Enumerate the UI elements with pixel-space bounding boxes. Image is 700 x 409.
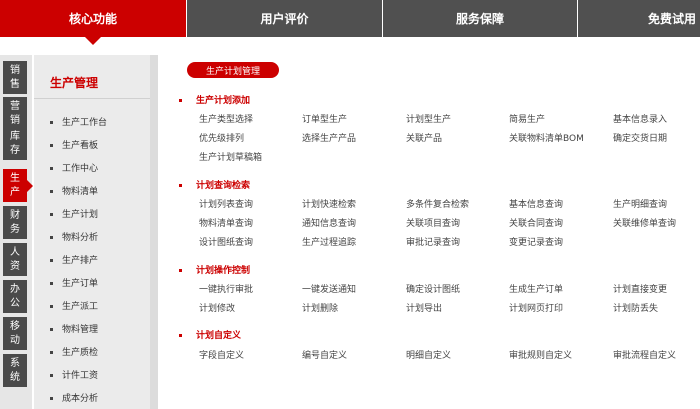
submenu-item[interactable]: 生产看板 <box>50 138 98 151</box>
tab-core-features[interactable]: 核心功能 <box>0 0 187 45</box>
feature-link[interactable]: 简易生产 <box>509 112 545 125</box>
category-hr[interactable]: 人资 <box>3 243 27 276</box>
feature-link[interactable]: 关联产品 <box>406 131 442 144</box>
feature-link[interactable]: 一键执行审批 <box>199 282 253 295</box>
tab-user-reviews[interactable]: 用户评价 <box>187 0 383 37</box>
page-root: 核心功能 用户评价 服务保障 免费试用 销售 营销 库存 生产 财务 人资 办公… <box>0 0 700 409</box>
submenu-item[interactable]: 成本分析 <box>50 391 98 404</box>
module-title-badge: 生产计划管理 <box>187 62 279 78</box>
submenu-item[interactable]: 工作中心 <box>50 161 98 174</box>
feature-link[interactable]: 生产过程追踪 <box>302 235 356 248</box>
category-inventory[interactable]: 库存 <box>3 127 27 160</box>
section-title: 计划查询检索 <box>179 178 250 191</box>
section-title: 生产计划添加 <box>179 93 250 106</box>
feature-link[interactable]: 生产类型选择 <box>199 112 253 125</box>
category-sales[interactable]: 销售 <box>3 61 27 94</box>
category-marketing[interactable]: 营销 <box>3 97 27 130</box>
feature-link[interactable]: 计划导出 <box>406 301 442 314</box>
feature-link[interactable]: 通知信息查询 <box>302 216 356 229</box>
submenu-item[interactable]: 物料分析 <box>50 230 98 243</box>
feature-link[interactable]: 物料清单查询 <box>199 216 253 229</box>
feature-link[interactable]: 字段自定义 <box>199 348 244 361</box>
tab-service-guarantee[interactable]: 服务保障 <box>383 0 578 37</box>
submenu-item[interactable]: 物料管理 <box>50 322 98 335</box>
feature-link[interactable]: 计划快速检索 <box>302 197 356 210</box>
feature-link[interactable]: 明细自定义 <box>406 348 451 361</box>
feature-link[interactable]: 计划列表查询 <box>199 197 253 210</box>
feature-link[interactable]: 优先级排列 <box>199 131 244 144</box>
submenu-item[interactable]: 计件工资 <box>50 368 98 381</box>
submenu-item[interactable]: 生产质检 <box>50 345 98 358</box>
feature-link[interactable]: 计划删除 <box>302 301 338 314</box>
feature-link[interactable]: 设计图纸查询 <box>199 235 253 248</box>
feature-link[interactable]: 计划修改 <box>199 301 235 314</box>
feature-link[interactable]: 计划型生产 <box>406 112 451 125</box>
feature-link[interactable]: 变更记录查询 <box>509 235 563 248</box>
section-title: 计划操作控制 <box>179 263 250 276</box>
submenu-divider <box>34 98 150 99</box>
category-production[interactable]: 生产 <box>3 169 33 202</box>
submenu-item[interactable]: 生产订单 <box>50 276 98 289</box>
submenu-item[interactable]: 生产派工 <box>50 299 98 312</box>
top-tab-bar: 核心功能 用户评价 服务保障 免费试用 <box>0 0 700 45</box>
feature-link[interactable]: 基本信息查询 <box>509 197 563 210</box>
submenu-title: 生产管理 <box>50 76 99 90</box>
feature-link[interactable]: 确定设计图纸 <box>406 282 460 295</box>
feature-link[interactable]: 计划网页打印 <box>509 301 563 314</box>
feature-link[interactable]: 计划直接变更 <box>613 282 667 295</box>
feature-link[interactable]: 选择生产产品 <box>302 131 356 144</box>
feature-link[interactable]: 订单型生产 <box>302 112 347 125</box>
submenu-item[interactable]: 生产计划 <box>50 207 98 220</box>
submenu-item[interactable]: 生产排产 <box>50 253 98 266</box>
category-office[interactable]: 办公 <box>3 280 27 313</box>
feature-link[interactable]: 关联维修单查询 <box>613 216 676 229</box>
submenu-item[interactable]: 物料清单 <box>50 184 98 197</box>
submenu-panel: 生产管理 生产工作台 生产看板 工作中心 物料清单 生产计划 物料分析 生产排产… <box>34 55 150 409</box>
feature-link[interactable]: 审批记录查询 <box>406 235 460 248</box>
submenu-item[interactable]: 生产工作台 <box>50 115 107 128</box>
category-system[interactable]: 系统 <box>3 354 27 387</box>
feature-link[interactable]: 生成生产订单 <box>509 282 563 295</box>
section-title: 计划自定义 <box>179 328 241 341</box>
feature-link[interactable]: 关联合同查询 <box>509 216 563 229</box>
feature-link[interactable]: 关联物料清单BOM <box>509 131 584 144</box>
feature-link[interactable]: 关联项目查询 <box>406 216 460 229</box>
submenu-scrollbar[interactable] <box>150 55 158 409</box>
category-finance[interactable]: 财务 <box>3 206 27 239</box>
feature-link[interactable]: 编号自定义 <box>302 348 347 361</box>
feature-link[interactable]: 一键发送通知 <box>302 282 356 295</box>
feature-link[interactable]: 审批流程自定义 <box>613 348 676 361</box>
feature-link[interactable]: 确定交货日期 <box>613 131 667 144</box>
feature-link[interactable]: 多条件复合检索 <box>406 197 469 210</box>
feature-link[interactable]: 审批规则自定义 <box>509 348 572 361</box>
feature-link[interactable]: 生产明细查询 <box>613 197 667 210</box>
feature-link[interactable]: 生产计划草稿箱 <box>199 150 262 163</box>
tab-free-trial[interactable]: 免费试用 <box>578 0 700 37</box>
feature-link[interactable]: 基本信息录入 <box>613 112 667 125</box>
category-mobile[interactable]: 移动 <box>3 317 27 350</box>
category-sidebar: 销售 营销 库存 生产 财务 人资 办公 移动 系统 <box>0 55 33 409</box>
feature-link[interactable]: 计划防丢失 <box>613 301 658 314</box>
